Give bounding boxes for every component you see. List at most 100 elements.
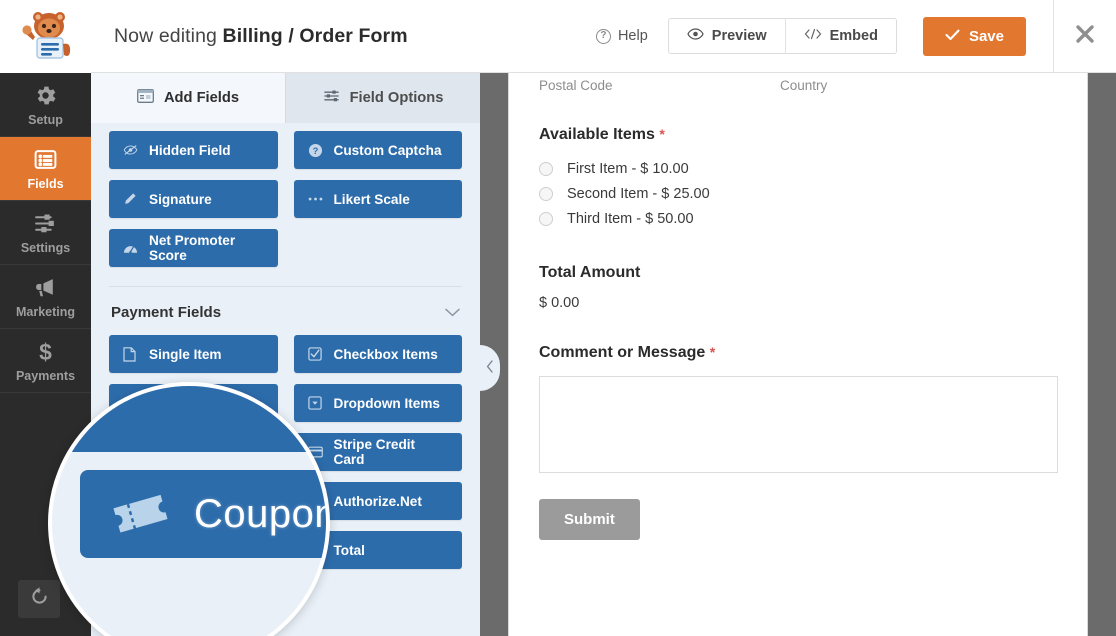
- list-fields-icon: [33, 146, 58, 172]
- chevron-left-icon: [486, 360, 494, 376]
- field-button-label: Stripe Credit Card: [334, 437, 449, 467]
- total-amount-field: Total Amount $ 0.00: [539, 231, 1057, 311]
- total-amount-label: Total Amount: [539, 264, 1057, 282]
- gauge-icon: [123, 242, 138, 255]
- form-builder-screen: Now editing Billing / Order Form ? Help …: [0, 0, 1116, 636]
- field-button-hidden-field[interactable]: Hidden Field: [109, 131, 278, 169]
- sliders-icon: [33, 210, 58, 236]
- comment-textarea[interactable]: [539, 376, 1058, 473]
- section-title: Payment Fields: [111, 304, 221, 321]
- preview-label: Preview: [712, 28, 767, 44]
- sidebar-item-label: Marketing: [16, 305, 75, 319]
- magnifier-lens: Coupon: [48, 382, 330, 636]
- close-x-icon: [1074, 23, 1096, 50]
- radio-option[interactable]: First Item - $ 10.00: [539, 156, 1057, 181]
- radio-button-icon[interactable]: [539, 187, 553, 201]
- field-button-checkbox-items[interactable]: Checkbox Items: [294, 335, 463, 373]
- required-marker: *: [710, 344, 715, 360]
- eye-icon: [687, 28, 704, 44]
- field-button-label: Likert Scale: [334, 192, 410, 207]
- field-button-label: Total: [334, 543, 365, 558]
- sidebar-item-fields[interactable]: Fields: [0, 137, 91, 201]
- save-button[interactable]: Save: [923, 17, 1026, 56]
- document-icon: [123, 347, 138, 362]
- field-button-label: Checkbox Items: [334, 347, 438, 362]
- magnified-adjacent-button: [52, 386, 330, 452]
- required-marker: *: [659, 126, 664, 142]
- field-button-label: Custom Captcha: [334, 143, 442, 158]
- sidebar-item-label: Settings: [21, 241, 70, 255]
- megaphone-icon: [33, 274, 58, 300]
- fancy-fields-grid: Hidden Field ? Custom Captcha: [109, 123, 462, 267]
- question-circle-icon: ?: [596, 29, 611, 44]
- form-preview-area: Postal Code Country Available Items * Fi…: [480, 73, 1116, 636]
- field-button-likert-scale[interactable]: Likert Scale: [294, 180, 463, 218]
- sidebar-item-label: Fields: [27, 177, 63, 191]
- form-name: Billing / Order Form: [223, 25, 408, 47]
- total-amount-value: $ 0.00: [539, 282, 1057, 311]
- payment-fields-section-header[interactable]: Payment Fields: [109, 287, 462, 335]
- help-button[interactable]: ? Help: [596, 28, 648, 44]
- field-button-label: Single Item: [149, 347, 222, 362]
- postal-code-sublabel: Postal Code: [539, 78, 739, 93]
- field-button-custom-captcha[interactable]: ? Custom Captcha: [294, 131, 463, 169]
- panel-tabs: Add Fields Field Options: [91, 73, 480, 123]
- address-sublabels: Postal Code Country: [539, 73, 1057, 93]
- submit-button[interactable]: Submit: [539, 499, 640, 540]
- radio-button-icon[interactable]: [539, 162, 553, 176]
- check-icon: [945, 28, 960, 45]
- tab-add-fields[interactable]: Add Fields: [91, 73, 285, 123]
- available-items-label-text: Available Items: [539, 126, 655, 143]
- magnified-coupon-label: Coupon: [194, 492, 330, 537]
- sidebar-item-payments[interactable]: $ Payments: [0, 329, 91, 393]
- radio-button-icon[interactable]: [539, 212, 553, 226]
- sidebar-item-label: Payments: [16, 369, 75, 383]
- revision-history-icon: [29, 586, 50, 612]
- radio-option[interactable]: Third Item - $ 50.00: [539, 206, 1057, 231]
- field-button-label: Signature: [149, 192, 212, 207]
- form-preview-card: Postal Code Country Available Items * Fi…: [508, 73, 1088, 636]
- magnified-coupon-button[interactable]: Coupon: [80, 470, 330, 558]
- preview-embed-group: Preview Embed: [668, 18, 897, 54]
- sidebar-item-setup[interactable]: Setup: [0, 73, 91, 137]
- magnifier-lens-content: Coupon: [52, 386, 330, 636]
- checkbox-icon: [308, 347, 323, 361]
- country-sublabel: Country: [780, 78, 980, 93]
- field-button-label: Net Promoter Score: [149, 233, 264, 263]
- field-button-net-promoter-score[interactable]: Net Promoter Score: [109, 229, 278, 267]
- comment-label: Comment or Message *: [539, 344, 1057, 362]
- radio-option[interactable]: Second Item - $ 25.00: [539, 181, 1057, 206]
- sidebar-item-marketing[interactable]: Marketing: [0, 265, 91, 329]
- app-logo: [0, 0, 91, 73]
- field-button-single-item[interactable]: Single Item: [109, 335, 278, 373]
- svg-text:?: ?: [312, 145, 318, 155]
- sidebar-item-settings[interactable]: Settings: [0, 201, 91, 265]
- tab-label: Add Fields: [164, 90, 239, 106]
- preview-button[interactable]: Preview: [669, 19, 785, 53]
- save-label: Save: [969, 28, 1004, 45]
- sliders-icon: [323, 89, 340, 107]
- pencil-icon: [123, 192, 138, 206]
- embed-label: Embed: [830, 28, 878, 44]
- radio-option-label: Second Item - $ 25.00: [567, 186, 710, 202]
- chevron-down-icon: [445, 304, 460, 321]
- available-items-field: Available Items * First Item - $ 10.00 S…: [539, 93, 1057, 231]
- editing-prefix: Now editing: [114, 25, 217, 47]
- question-circle-icon: ?: [308, 143, 323, 158]
- page-title: Now editing Billing / Order Form: [114, 25, 408, 48]
- radio-option-label: Third Item - $ 50.00: [567, 211, 694, 227]
- field-button-signature[interactable]: Signature: [109, 180, 278, 218]
- coupon-ticket-icon: [112, 489, 168, 540]
- close-builder-button[interactable]: [1054, 0, 1116, 73]
- available-items-options: First Item - $ 10.00 Second Item - $ 25.…: [539, 144, 1057, 231]
- ellipsis-icon: [308, 196, 323, 202]
- svg-text:$: $: [39, 339, 52, 364]
- magnified-gap: [52, 452, 330, 470]
- radio-option-label: First Item - $ 10.00: [567, 161, 689, 177]
- embed-button[interactable]: Embed: [785, 19, 896, 53]
- tab-label: Field Options: [350, 90, 444, 106]
- tab-field-options[interactable]: Field Options: [285, 73, 480, 123]
- field-button-label: Hidden Field: [149, 143, 231, 158]
- sidebar-item-label: Setup: [28, 113, 63, 127]
- gear-icon: [33, 82, 58, 108]
